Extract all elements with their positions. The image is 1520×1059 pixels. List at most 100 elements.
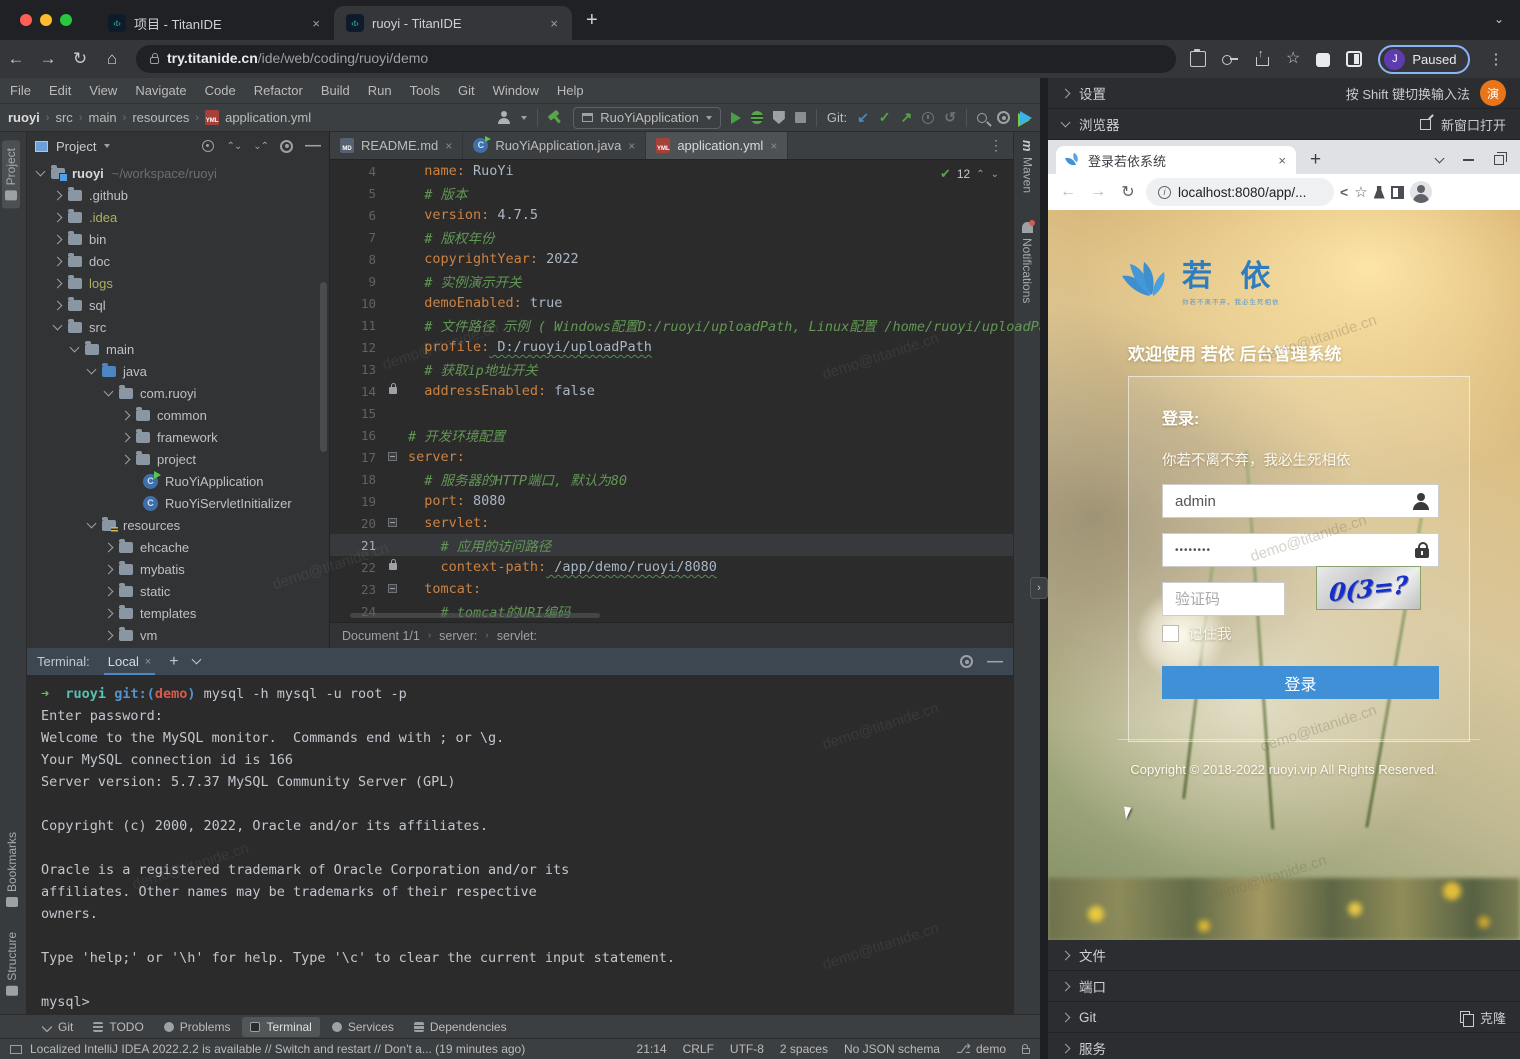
- tab-close-icon[interactable]: ×: [308, 16, 324, 31]
- panel-options-gear-icon[interactable]: [280, 140, 293, 153]
- chevron-down-icon[interactable]: [521, 116, 527, 120]
- chevron-expanded-icon[interactable]: [70, 343, 80, 353]
- login-button[interactable]: 登录: [1162, 666, 1439, 699]
- toolwindow-services[interactable]: Services: [324, 1017, 402, 1037]
- build-hammer-icon[interactable]: [545, 107, 566, 128]
- breadcrumb-root[interactable]: ruoyi: [8, 110, 40, 125]
- tab-close-icon[interactable]: ×: [1278, 153, 1286, 168]
- terminal-output[interactable]: ➜ ruoyi git:(demo) mysql -h mysql -u roo…: [27, 675, 1013, 1013]
- run-configuration-select[interactable]: RuoYiApplication: [573, 107, 721, 129]
- chevron-collapsed-icon[interactable]: [104, 564, 114, 574]
- chevron-collapsed-icon[interactable]: [104, 586, 114, 596]
- bookmark-star-icon[interactable]: ☆: [1286, 51, 1300, 67]
- captcha-input[interactable]: [1163, 583, 1284, 615]
- new-tab-icon[interactable]: +: [1310, 149, 1321, 171]
- crumb-server[interactable]: server:: [439, 629, 477, 643]
- user-icon[interactable]: [497, 111, 511, 125]
- git-update-icon[interactable]: ↙: [857, 109, 869, 126]
- tab-close-icon[interactable]: ×: [445, 139, 452, 153]
- section-git[interactable]: Git 克隆: [1048, 1002, 1520, 1033]
- new-terminal-icon[interactable]: +: [169, 653, 178, 671]
- tree-item[interactable]: templates: [27, 602, 329, 624]
- settings-gear-icon[interactable]: [997, 111, 1010, 124]
- tree-item[interactable]: bin: [27, 228, 329, 250]
- profile-chip[interactable]: J Paused: [1378, 45, 1470, 74]
- tree-item[interactable]: ehcache: [27, 536, 329, 558]
- tab-search-chevron-icon[interactable]: ⌄: [1494, 12, 1504, 26]
- minimize-window-button[interactable]: [40, 14, 52, 26]
- close-window-button[interactable]: [20, 14, 32, 26]
- extensions-icon[interactable]: [1316, 53, 1330, 67]
- tree-item-run-class[interactable]: RuoYiApplication: [27, 470, 329, 492]
- section-files[interactable]: 文件: [1048, 940, 1520, 971]
- chevron-collapsed-icon[interactable]: [121, 410, 131, 420]
- address-bar[interactable]: try.titanide.cn/ide/web/coding/ruoyi/dem…: [136, 45, 1176, 73]
- fold-marker-icon[interactable]: [388, 518, 397, 527]
- reload-icon[interactable]: ↻: [64, 49, 96, 69]
- editor-tab-readme[interactable]: README.md ×: [330, 132, 463, 159]
- back-icon[interactable]: ←: [0, 49, 32, 69]
- hide-panel-icon[interactable]: —: [305, 137, 321, 155]
- tree-item[interactable]: .idea: [27, 206, 329, 228]
- expand-panel-button[interactable]: ›: [1030, 577, 1048, 599]
- bookmark-star-icon[interactable]: ☆: [1354, 183, 1367, 201]
- project-view-selector[interactable]: Project: [56, 139, 96, 154]
- side-panel-icon[interactable]: [1391, 186, 1404, 199]
- chevron-collapsed-icon[interactable]: [121, 454, 131, 464]
- tab-list-chevron-icon[interactable]: [1435, 154, 1445, 164]
- toolwindow-terminal[interactable]: Terminal: [242, 1017, 319, 1037]
- chevron-expanded-icon[interactable]: [104, 387, 114, 397]
- crumb-document[interactable]: Document 1/1: [342, 629, 420, 643]
- password-input[interactable]: [1163, 534, 1438, 566]
- horizontal-scrollbar[interactable]: [350, 613, 600, 618]
- back-icon[interactable]: ←: [1056, 183, 1080, 201]
- terminal-dropdown-icon[interactable]: [191, 655, 201, 665]
- tree-item[interactable]: src: [27, 316, 329, 338]
- section-browser[interactable]: 浏览器 新窗口打开: [1048, 109, 1520, 140]
- git-branch-widget[interactable]: ⎇demo: [956, 1041, 1006, 1057]
- git-push-icon[interactable]: ↗: [901, 109, 913, 126]
- devtools-flask-icon[interactable]: [1374, 186, 1385, 199]
- tree-item[interactable]: mybatis: [27, 558, 329, 580]
- toolwindow-git[interactable]: Git: [34, 1017, 81, 1037]
- side-panel-icon[interactable]: [1346, 51, 1362, 67]
- webview-address-bar[interactable]: i localhost:8080/app/...: [1146, 178, 1334, 206]
- menu-help[interactable]: Help: [557, 83, 584, 98]
- breadcrumb-file[interactable]: application.yml: [225, 110, 311, 125]
- chevron-collapsed-icon[interactable]: [1061, 981, 1071, 991]
- restore-window-icon[interactable]: [1494, 155, 1504, 165]
- chevron-collapsed-icon[interactable]: [1061, 88, 1071, 98]
- debug-icon[interactable]: [751, 111, 763, 124]
- breadcrumb-resources[interactable]: resources: [132, 110, 189, 125]
- status-message[interactable]: Localized IntelliJ IDEA 2022.2.2 is avai…: [30, 1042, 525, 1056]
- menu-refactor[interactable]: Refactor: [254, 83, 303, 98]
- chevron-expanded-icon[interactable]: [36, 167, 46, 177]
- ide-services-icon[interactable]: [1020, 111, 1032, 125]
- indent-setting[interactable]: 2 spaces: [780, 1042, 828, 1056]
- expand-all-icon[interactable]: ⌃⌄: [226, 141, 241, 152]
- chevron-collapsed-icon[interactable]: [53, 278, 63, 288]
- fold-marker-icon[interactable]: [388, 584, 397, 593]
- tree-item[interactable]: sql: [27, 294, 329, 316]
- clipboard-icon[interactable]: [1190, 51, 1206, 67]
- forward-icon[interactable]: →: [1086, 183, 1110, 201]
- tree-item[interactable]: common: [27, 404, 329, 426]
- share-icon[interactable]: <: [1340, 184, 1348, 200]
- browser-menu-icon[interactable]: ⋮: [1488, 50, 1503, 68]
- menu-build[interactable]: Build: [321, 83, 350, 98]
- tree-item[interactable]: static: [27, 580, 329, 602]
- run-icon[interactable]: [731, 112, 741, 124]
- chevron-expanded-icon[interactable]: [53, 321, 63, 331]
- editor-tab-ruoyiapplication[interactable]: RuoYiApplication.java ×: [463, 132, 646, 159]
- tab-close-icon[interactable]: ×: [546, 16, 562, 31]
- section-services[interactable]: 服务: [1048, 1033, 1520, 1059]
- menu-git[interactable]: Git: [458, 83, 475, 98]
- chevron-collapsed-icon[interactable]: [104, 542, 114, 552]
- chevron-collapsed-icon[interactable]: [53, 256, 63, 266]
- menu-tools[interactable]: Tools: [410, 83, 440, 98]
- writable-lock-icon[interactable]: [1022, 1048, 1030, 1054]
- section-settings[interactable]: 设置 按 Shift 键切换输入法 演: [1048, 78, 1520, 109]
- chevron-expanded-icon[interactable]: [1061, 118, 1071, 128]
- menu-edit[interactable]: Edit: [49, 83, 71, 98]
- editor-tab-options-icon[interactable]: ⋮: [979, 132, 1013, 159]
